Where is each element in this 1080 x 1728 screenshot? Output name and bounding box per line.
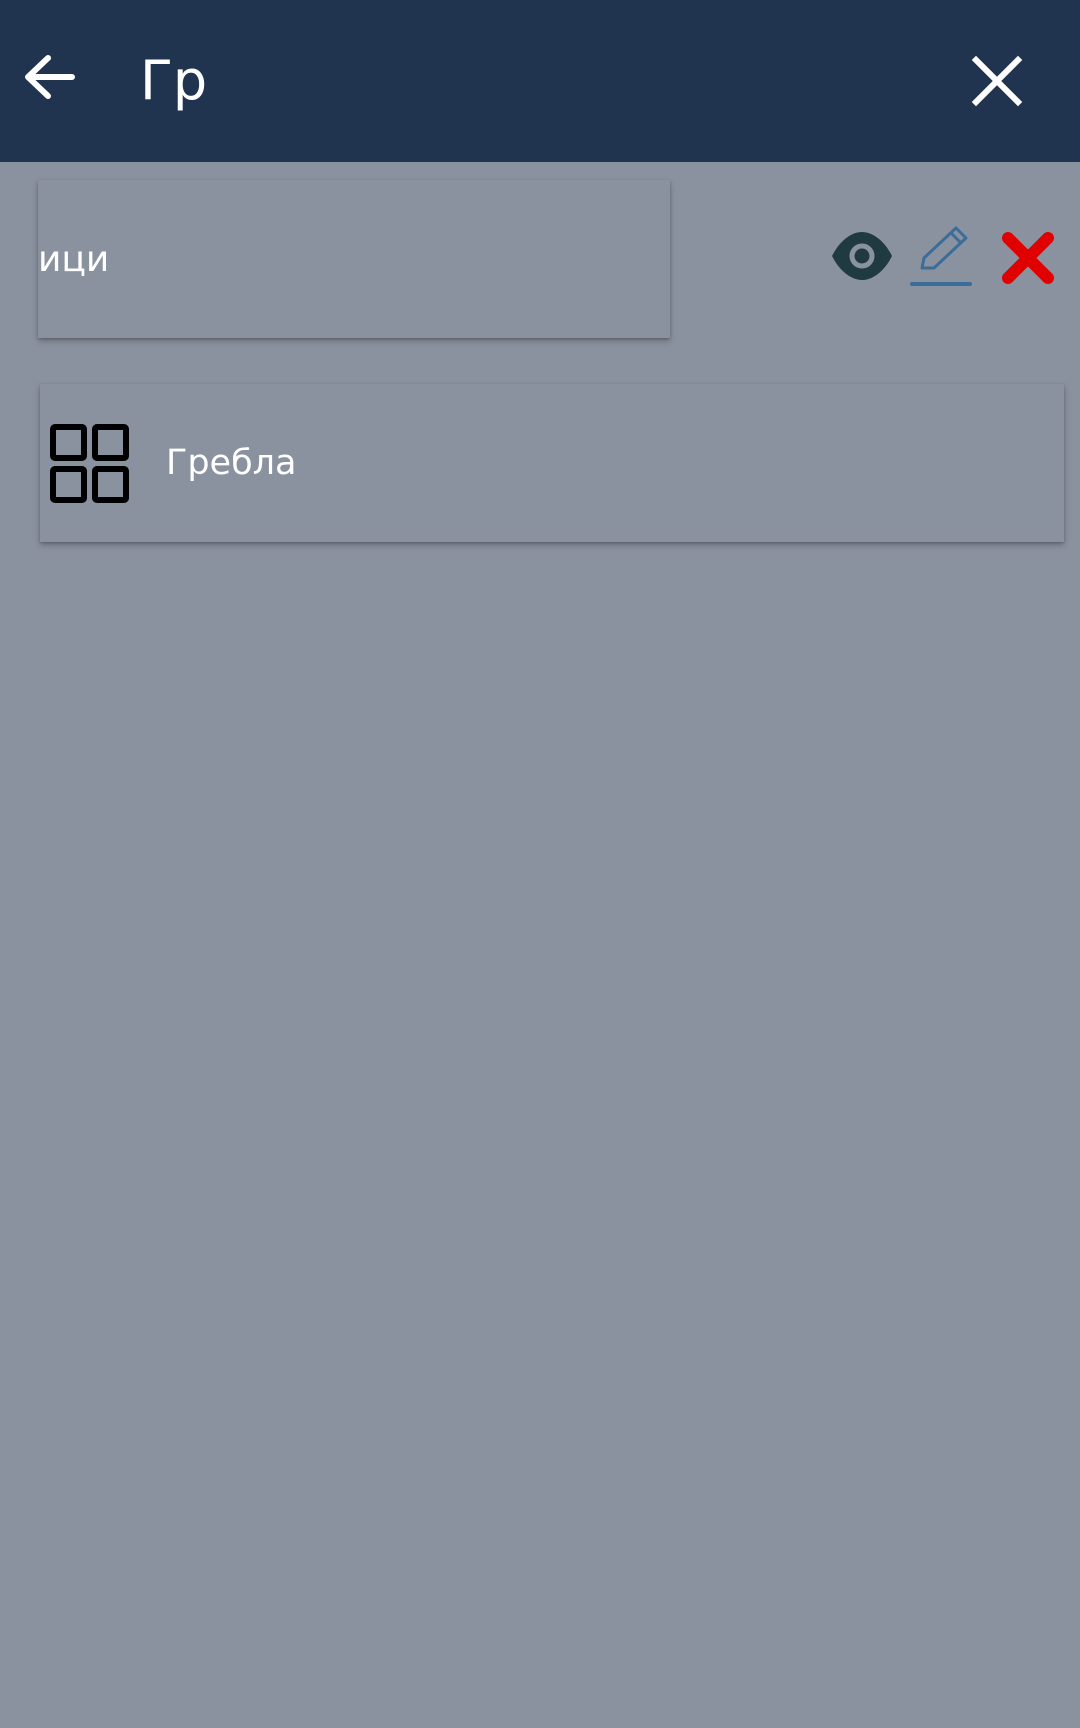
back-button[interactable] <box>20 42 82 104</box>
list-item[interactable]: Гребла <box>40 384 1064 542</box>
view-button[interactable] <box>830 228 894 284</box>
search-input[interactable]: Гр <box>140 46 207 116</box>
pencil-icon <box>910 226 972 286</box>
clear-search-button[interactable] <box>968 52 1026 110</box>
grid-icon <box>50 424 129 503</box>
delete-button[interactable] <box>1000 230 1056 286</box>
swiped-item-label: ици <box>38 239 110 280</box>
arrow-left-icon <box>25 55 75 99</box>
eye-icon <box>832 232 892 280</box>
close-icon <box>971 55 1023 107</box>
swiped-list-item[interactable]: ици <box>38 180 670 338</box>
list-item-label: Гребла <box>166 443 297 483</box>
edit-button[interactable] <box>910 222 974 288</box>
red-x-icon <box>1002 232 1054 284</box>
app-bar: Гр <box>0 0 1080 162</box>
